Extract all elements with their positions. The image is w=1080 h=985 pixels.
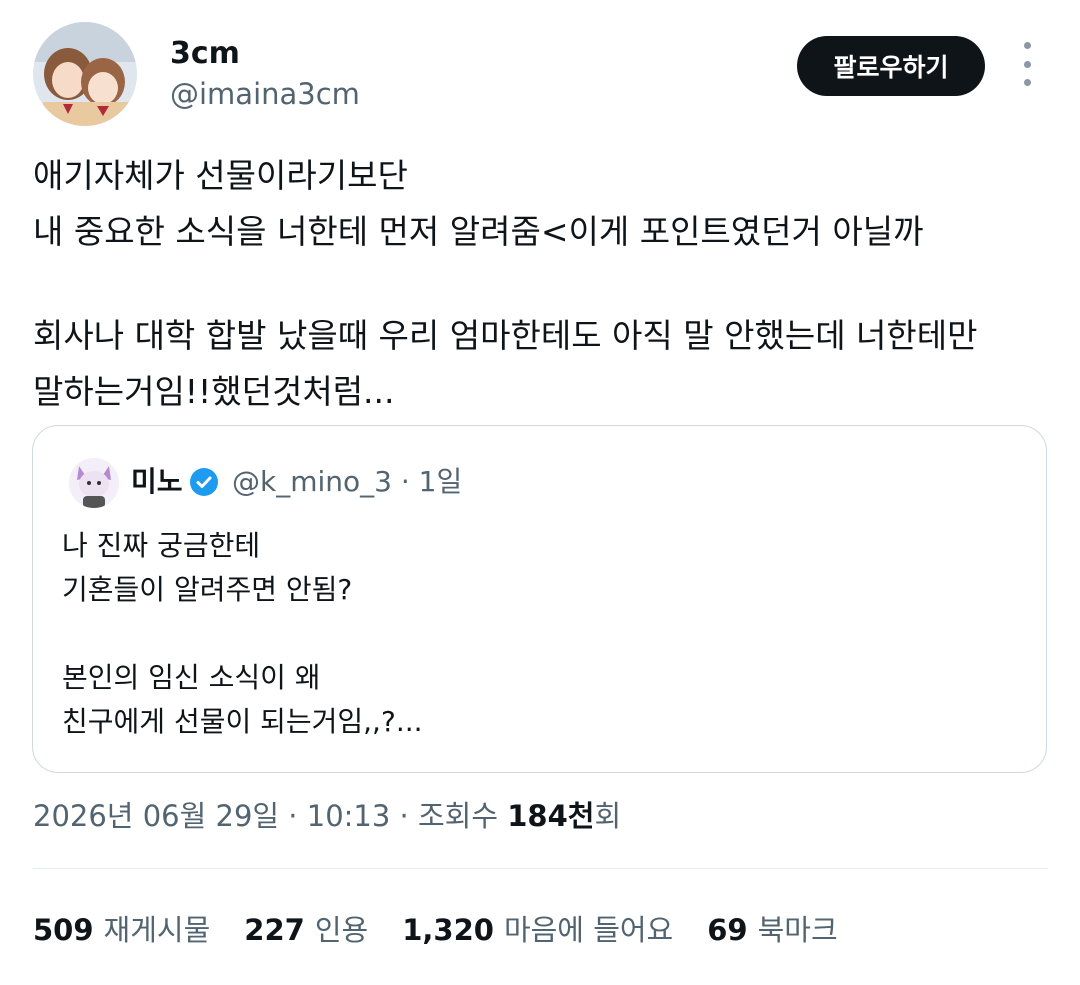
bookmark-stat[interactable]: 69 북마크	[707, 908, 837, 952]
tweet-header: 3cm @imaina3cm 팔로우하기	[33, 22, 1053, 130]
follow-button[interactable]: 팔로우하기	[797, 36, 985, 96]
retweet-label: 재게시물	[103, 913, 211, 947]
tweet-text: 애기자체가 선물이라기보단 내 중요한 소식을 너한테 먼저 알려줌<이게 포인…	[33, 148, 1043, 420]
author-handle[interactable]: @imaina3cm	[170, 76, 360, 112]
quoted-author-handle: @k_mino_3 · 1일	[232, 465, 463, 498]
quoted-author-avatar[interactable]	[69, 458, 119, 508]
engagement-stats: 509 재게시물 227 인용 1,320 마음에 들어요 69 북마크	[33, 908, 872, 952]
more-options-icon[interactable]	[1015, 42, 1039, 86]
quoted-line: 친구에게 선물이 되는거임,,?...	[62, 705, 423, 738]
quoted-line: 기혼들이 알려주면 안됨?	[62, 573, 353, 606]
view-count: 184천	[507, 799, 595, 833]
view-count-suffix: 회	[594, 799, 622, 833]
tweet-timestamp[interactable]: 2026년 06월 29일 · 10:13 · 조회수	[33, 799, 507, 833]
bookmark-count: 69	[707, 913, 748, 947]
quote-count: 227	[244, 913, 305, 947]
divider	[33, 868, 1048, 869]
tweet-line: 말하는거임!!했던것처럼...	[33, 372, 395, 411]
quoted-line: 나 진짜 궁금한테	[62, 529, 261, 562]
quote-label: 인용	[314, 913, 369, 947]
tweet-line: 회사나 대학 합발 났을때 우리 엄마한테도 아직 말 안했는데 너한테만	[33, 316, 978, 355]
quoted-author-name[interactable]: 미노	[131, 464, 183, 500]
like-stat[interactable]: 1,320 마음에 들어요	[402, 908, 673, 952]
quoted-line: 본인의 임신 소식이 왜	[62, 661, 321, 694]
quoted-tweet-text: 나 진짜 궁금한테 기혼들이 알려주면 안됨? 본인의 임신 소식이 왜 친구에…	[62, 524, 1022, 744]
like-label: 마음에 들어요	[503, 913, 674, 947]
tweet-line: 애기자체가 선물이라기보단	[33, 156, 408, 195]
like-count: 1,320	[402, 913, 494, 947]
verified-badge-icon	[190, 468, 218, 496]
quoted-tweet[interactable]: 미노 @k_mino_3 · 1일 나 진짜 궁금한테 기혼들이 알려주면 안됨…	[32, 425, 1047, 773]
retweet-count: 509	[33, 913, 94, 947]
quote-stat[interactable]: 227 인용	[244, 908, 368, 952]
bookmark-label: 북마크	[757, 913, 838, 947]
tweet-line: 내 중요한 소식을 너한테 먼저 알려줌<이게 포인트였던거 아닐까	[33, 212, 924, 251]
author-avatar[interactable]	[33, 22, 137, 126]
author-name[interactable]: 3cm	[170, 36, 240, 72]
retweet-stat[interactable]: 509 재게시물	[33, 908, 210, 952]
tweet-meta: 2026년 06월 29일 · 10:13 · 조회수 184천회	[33, 796, 621, 836]
